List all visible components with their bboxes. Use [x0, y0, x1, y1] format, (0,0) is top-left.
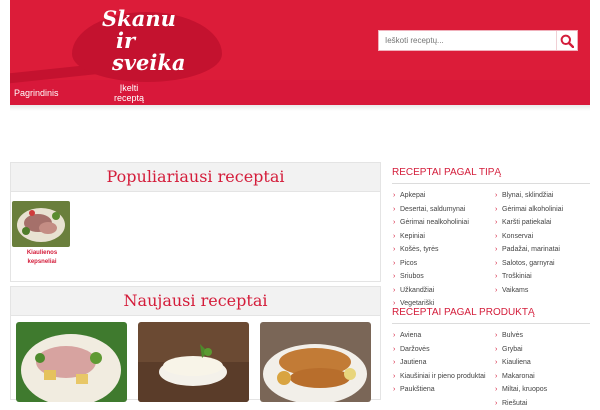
newest-recipes-title: Naujausi receptai — [11, 287, 380, 316]
category-link[interactable]: Jautiena — [392, 356, 488, 370]
search-input[interactable] — [379, 31, 557, 50]
category-link[interactable]: Vaikams — [494, 284, 590, 298]
recipe-thumbnail[interactable] — [12, 201, 70, 247]
category-link[interactable]: Gėrimai nealkoholiniai — [392, 216, 488, 230]
category-link[interactable]: Grybai — [494, 343, 590, 357]
category-link[interactable]: Desertai, saldumynai — [392, 203, 488, 217]
category-link[interactable]: Padažai, marinatai — [494, 243, 590, 257]
category-link[interactable]: Apkepai — [392, 189, 488, 203]
category-link[interactable]: Sriubos — [392, 270, 488, 284]
logo-line3: sveika — [102, 52, 212, 74]
category-link[interactable]: Bulvės — [494, 329, 590, 343]
recipe-photo-sauce — [138, 322, 249, 402]
logo-line2: ir — [102, 30, 212, 52]
popular-recipes-title: Populiariausi receptai — [11, 163, 380, 192]
recipe-caption[interactable]: Kiaulienos kepsneliai — [13, 249, 71, 267]
category-link[interactable]: Užkandžiai — [392, 284, 488, 298]
category-link[interactable]: Aviena — [392, 329, 488, 343]
search-button[interactable] — [556, 31, 577, 50]
category-link[interactable]: Karšti patiekalai — [494, 216, 590, 230]
category-link[interactable]: Miltai, kruopos — [494, 383, 590, 397]
product-list: Aviena Bulvės Daržovės Grybai Jautiena Kiauli… — [392, 329, 590, 410]
recipes-by-product-title: RECEPTAI PAGAL PRODUKTĄ — [392, 307, 590, 324]
site-logo[interactable]: Skanu ir sveika — [102, 8, 212, 74]
category-link[interactable]: Gėrimai alkoholiniai — [494, 203, 590, 217]
recipe-card-image-3[interactable] — [260, 322, 371, 402]
category-link[interactable]: Konservai — [494, 230, 590, 244]
category-link[interactable]: Blynai, sklindžiai — [494, 189, 590, 203]
recipes-by-type: RECEPTAI PAGAL TIPĄ Apkepai Blynai, sklin… — [392, 167, 590, 311]
newest-recipes-panel: Naujausi receptai — [10, 286, 381, 400]
site-header: Skanu ir sveika — [10, 0, 590, 105]
recipe-photo-schnitzel — [260, 322, 371, 402]
category-link[interactable]: Makaronai — [494, 370, 590, 384]
nav-home[interactable]: Pagrindinis — [14, 88, 59, 98]
recipes-by-type-title: RECEPTAI PAGAL TIPĄ — [392, 167, 590, 184]
category-link[interactable]: Daržovės — [392, 343, 488, 357]
category-link[interactable]: Picos — [392, 257, 488, 271]
category-link[interactable]: Košės, tyrės — [392, 243, 488, 257]
nav-bar — [10, 80, 590, 105]
recipes-by-product: RECEPTAI PAGAL PRODUKTĄ Aviena Bulvės Darž… — [392, 307, 590, 410]
recipe-card-image-1[interactable] — [16, 322, 127, 402]
header-shadow — [10, 105, 590, 111]
nav-upload-recipe[interactable]: Įkeltireceptą — [104, 83, 154, 103]
category-link[interactable]: Salotos, garnyrai — [494, 257, 590, 271]
logo-line1: Skanu — [102, 8, 212, 30]
search-box — [378, 30, 578, 51]
category-link[interactable]: Kepiniai — [392, 230, 488, 244]
recipe-photo-salad — [16, 322, 127, 402]
category-link[interactable]: Riešutai — [494, 397, 590, 410]
category-link[interactable]: Kiauliena — [494, 356, 590, 370]
popular-recipes-panel: Populiariausi receptai Kiaulienos kepsne… — [10, 162, 381, 282]
recipe-photo — [12, 201, 70, 247]
category-link[interactable]: Troškiniai — [494, 270, 590, 284]
category-link[interactable]: Kiaušiniai ir pieno produktai — [392, 370, 488, 384]
type-list: Apkepai Blynai, sklindžiai Desertai, saldu… — [392, 189, 590, 311]
category-link[interactable]: Paukštiena — [392, 383, 488, 397]
recipe-card-image-2[interactable] — [138, 322, 249, 402]
search-icon — [560, 34, 574, 48]
